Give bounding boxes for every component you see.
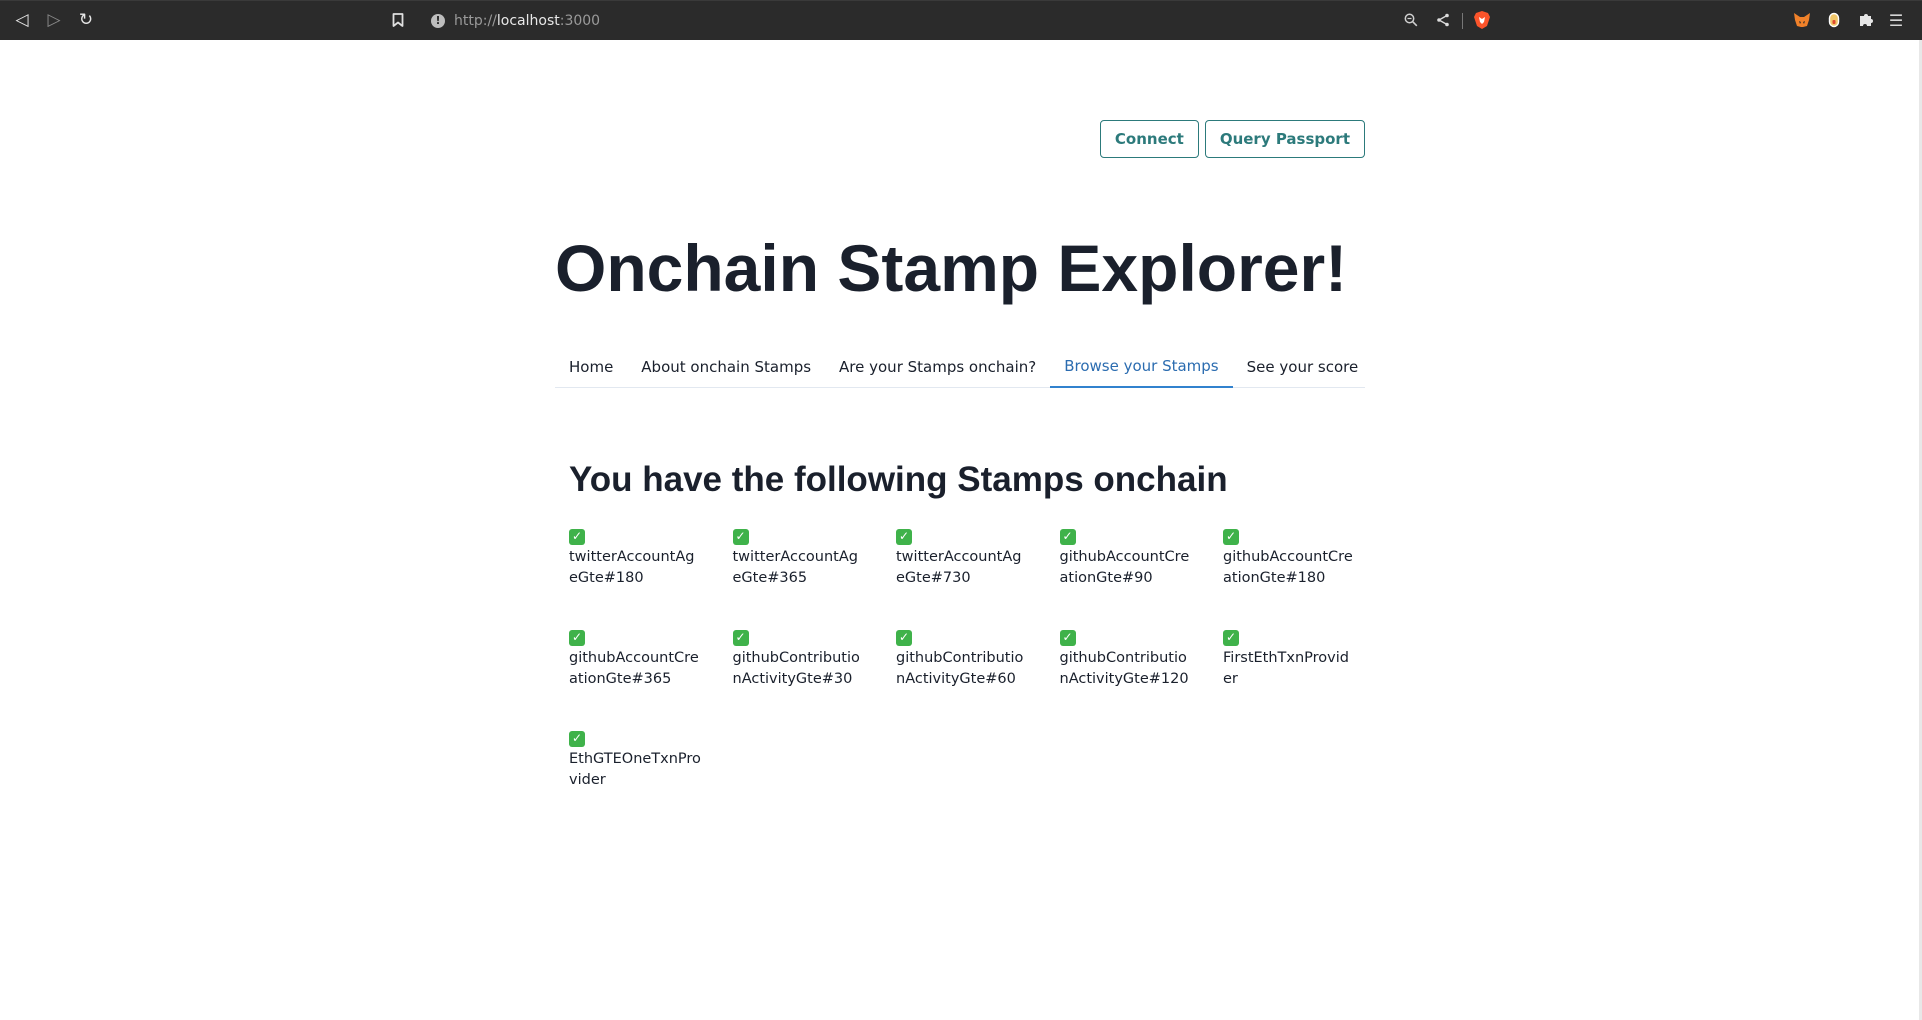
- stamp-item: ✓ githubAccountCreationGte#180: [1223, 526, 1356, 627]
- check-icon: ✓: [1059, 629, 1076, 646]
- url-port: :3000: [559, 12, 601, 29]
- check-icon: ✓: [732, 528, 749, 545]
- url-host: localhost: [496, 12, 560, 29]
- page-title: Onchain Stamp Explorer!: [555, 231, 1348, 305]
- url-scheme: http://: [454, 12, 497, 29]
- stamp-name: githubAccountCreationGte#180: [1223, 549, 1353, 586]
- tab-bar: Home About onchain Stamps Are your Stamp…: [555, 346, 1365, 388]
- stamp-name: FirstEthTxnProvider: [1223, 650, 1349, 687]
- stamp-item: ✓ twitterAccountAgeGte#180: [569, 526, 702, 627]
- connect-button[interactable]: Connect: [1099, 120, 1199, 158]
- check-icon: ✓: [1223, 528, 1239, 545]
- stamp-name: twitterAccountAgeGte#730: [896, 549, 1022, 586]
- address-bar[interactable]: ! http://localhost:3000: [420, 7, 1500, 34]
- forward-icon[interactable]: ▷: [43, 9, 65, 31]
- check-icon: ✓: [569, 730, 585, 747]
- stamp-name: githubContributionActivityGte#60: [896, 650, 1024, 687]
- tab-browse-your-stamps[interactable]: Browse your Stamps: [1050, 346, 1233, 388]
- brave-shield-shape: [1474, 11, 1490, 29]
- toolbar-divider: [1462, 13, 1463, 29]
- stamp-name: githubContributionActivityGte#30: [732, 650, 860, 687]
- tab-are-your-stamps-onchain[interactable]: Are your Stamps onchain?: [825, 346, 1050, 388]
- stamp-item: ✓ githubContributionActivityGte#60: [896, 627, 1029, 728]
- stamp-name: githubAccountCreationGte#365: [569, 650, 699, 687]
- stamp-item: ✓ githubAccountCreationGte#90: [1059, 526, 1193, 627]
- check-icon: ✓: [732, 629, 749, 646]
- tab-see-your-score[interactable]: See your score: [1233, 346, 1373, 388]
- stamp-name: githubAccountCreationGte#90: [1059, 549, 1190, 586]
- stamp-item: ✓ twitterAccountAgeGte#365: [732, 526, 866, 627]
- stamp-name: EthGTEOneTxnProvider: [569, 751, 701, 788]
- stamp-name: twitterAccountAgeGte#365: [732, 549, 859, 586]
- check-icon: ✓: [569, 528, 585, 545]
- extension-ghost-icon[interactable]: [1823, 9, 1845, 31]
- metamask-fox-shape: [1794, 13, 1810, 27]
- stamp-name: twitterAccountAgeGte#180: [569, 549, 695, 586]
- brave-shield-icon[interactable]: [1473, 10, 1491, 30]
- stamp-item: ✓ githubAccountCreationGte#365: [569, 627, 702, 728]
- share-icon-shape: [1437, 13, 1449, 27]
- browser-toolbar: ◁ ▷ ↻ ! http://localhost:3000 ☰: [0, 0, 1922, 40]
- tab-home[interactable]: Home: [555, 346, 627, 388]
- bookmark-icon-shape: [392, 13, 404, 27]
- stamp-item: ✓ FirstEthTxnProvider: [1223, 627, 1356, 728]
- extension-ghost-shape: [1828, 12, 1840, 28]
- stamp-name: githubContributionActivityGte#120: [1059, 650, 1189, 687]
- check-icon: ✓: [896, 528, 912, 545]
- query-passport-button[interactable]: Query Passport: [1204, 120, 1365, 158]
- check-icon: ✓: [896, 629, 912, 646]
- check-icon: ✓: [569, 629, 585, 646]
- share-icon[interactable]: [1432, 9, 1454, 31]
- zoom-icon[interactable]: [1400, 9, 1422, 31]
- extensions-puzzle-icon[interactable]: [1855, 9, 1877, 31]
- check-icon: ✓: [1059, 528, 1076, 545]
- stamp-item: ✓ githubContributionActivityGte#120: [1059, 627, 1193, 728]
- reload-icon[interactable]: ↻: [75, 9, 97, 31]
- back-icon[interactable]: ◁: [11, 9, 33, 31]
- metamask-fox-icon[interactable]: [1791, 9, 1813, 31]
- stamp-item: ✓ githubContributionActivityGte#30: [732, 627, 866, 728]
- url-text: http://localhost:3000: [454, 13, 600, 29]
- tab-about-onchain-stamps[interactable]: About onchain Stamps: [627, 346, 825, 388]
- header-actions: Connect Query Passport: [1099, 120, 1365, 158]
- site-info-icon[interactable]: !: [431, 13, 445, 28]
- extensions-puzzle-shape: [1860, 14, 1873, 26]
- menu-icon[interactable]: ☰: [1885, 9, 1907, 31]
- check-icon: ✓: [1223, 629, 1239, 646]
- stamp-item: ✓ EthGTEOneTxnProvider: [569, 728, 702, 829]
- stamp-grid: ✓ twitterAccountAgeGte#180 ✓ twitterAccoun…: [569, 526, 1389, 829]
- zoom-icon-shape: [1404, 13, 1418, 27]
- section-title: You have the following Stamps onchain: [569, 460, 1228, 499]
- stamp-item: ✓ twitterAccountAgeGte#730: [896, 526, 1029, 627]
- bookmark-icon[interactable]: [387, 9, 409, 31]
